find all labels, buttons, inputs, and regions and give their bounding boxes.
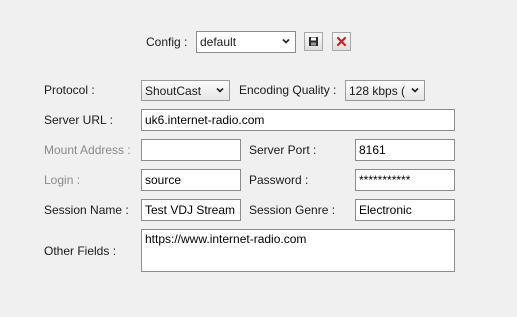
red-x-icon [336, 36, 347, 47]
encoding-quality-select[interactable]: 128 kbps ( [345, 80, 425, 101]
protocol-label: Protocol : [44, 83, 95, 97]
delete-config-button[interactable] [332, 32, 351, 51]
encoding-quality-label: Encoding Quality : [239, 83, 337, 97]
server-port-input[interactable] [355, 139, 455, 161]
server-url-input[interactable] [141, 109, 455, 131]
password-label: Password : [249, 173, 309, 187]
server-url-label: Server URL : [44, 113, 113, 127]
encoding-quality-selected-value: 128 kbps ( [349, 84, 406, 98]
mount-address-label: Mount Address : [44, 143, 131, 157]
other-fields-label: Other Fields : [44, 244, 117, 258]
config-label: Config : [146, 35, 188, 49]
login-input[interactable] [141, 169, 241, 191]
session-name-input[interactable] [141, 199, 241, 221]
session-name-label: Session Name : [44, 203, 129, 217]
config-selected-value: default [200, 35, 237, 49]
chevron-down-icon [216, 87, 224, 93]
chevron-down-icon [411, 87, 419, 93]
other-fields-textarea[interactable]: https://www.internet-radio.com [141, 229, 455, 272]
mount-address-input[interactable] [141, 139, 241, 161]
server-port-label: Server Port : [249, 143, 317, 157]
password-input[interactable] [355, 169, 455, 191]
chevron-down-icon [282, 38, 290, 44]
floppy-disk-icon [309, 37, 318, 46]
session-genre-label: Session Genre : [249, 203, 336, 217]
login-label: Login : [44, 173, 81, 187]
protocol-select[interactable]: ShoutCast [141, 80, 230, 101]
session-genre-input[interactable] [355, 199, 455, 221]
config-select[interactable]: default [196, 31, 296, 53]
save-config-button[interactable] [304, 32, 323, 51]
protocol-selected-value: ShoutCast [145, 84, 202, 98]
